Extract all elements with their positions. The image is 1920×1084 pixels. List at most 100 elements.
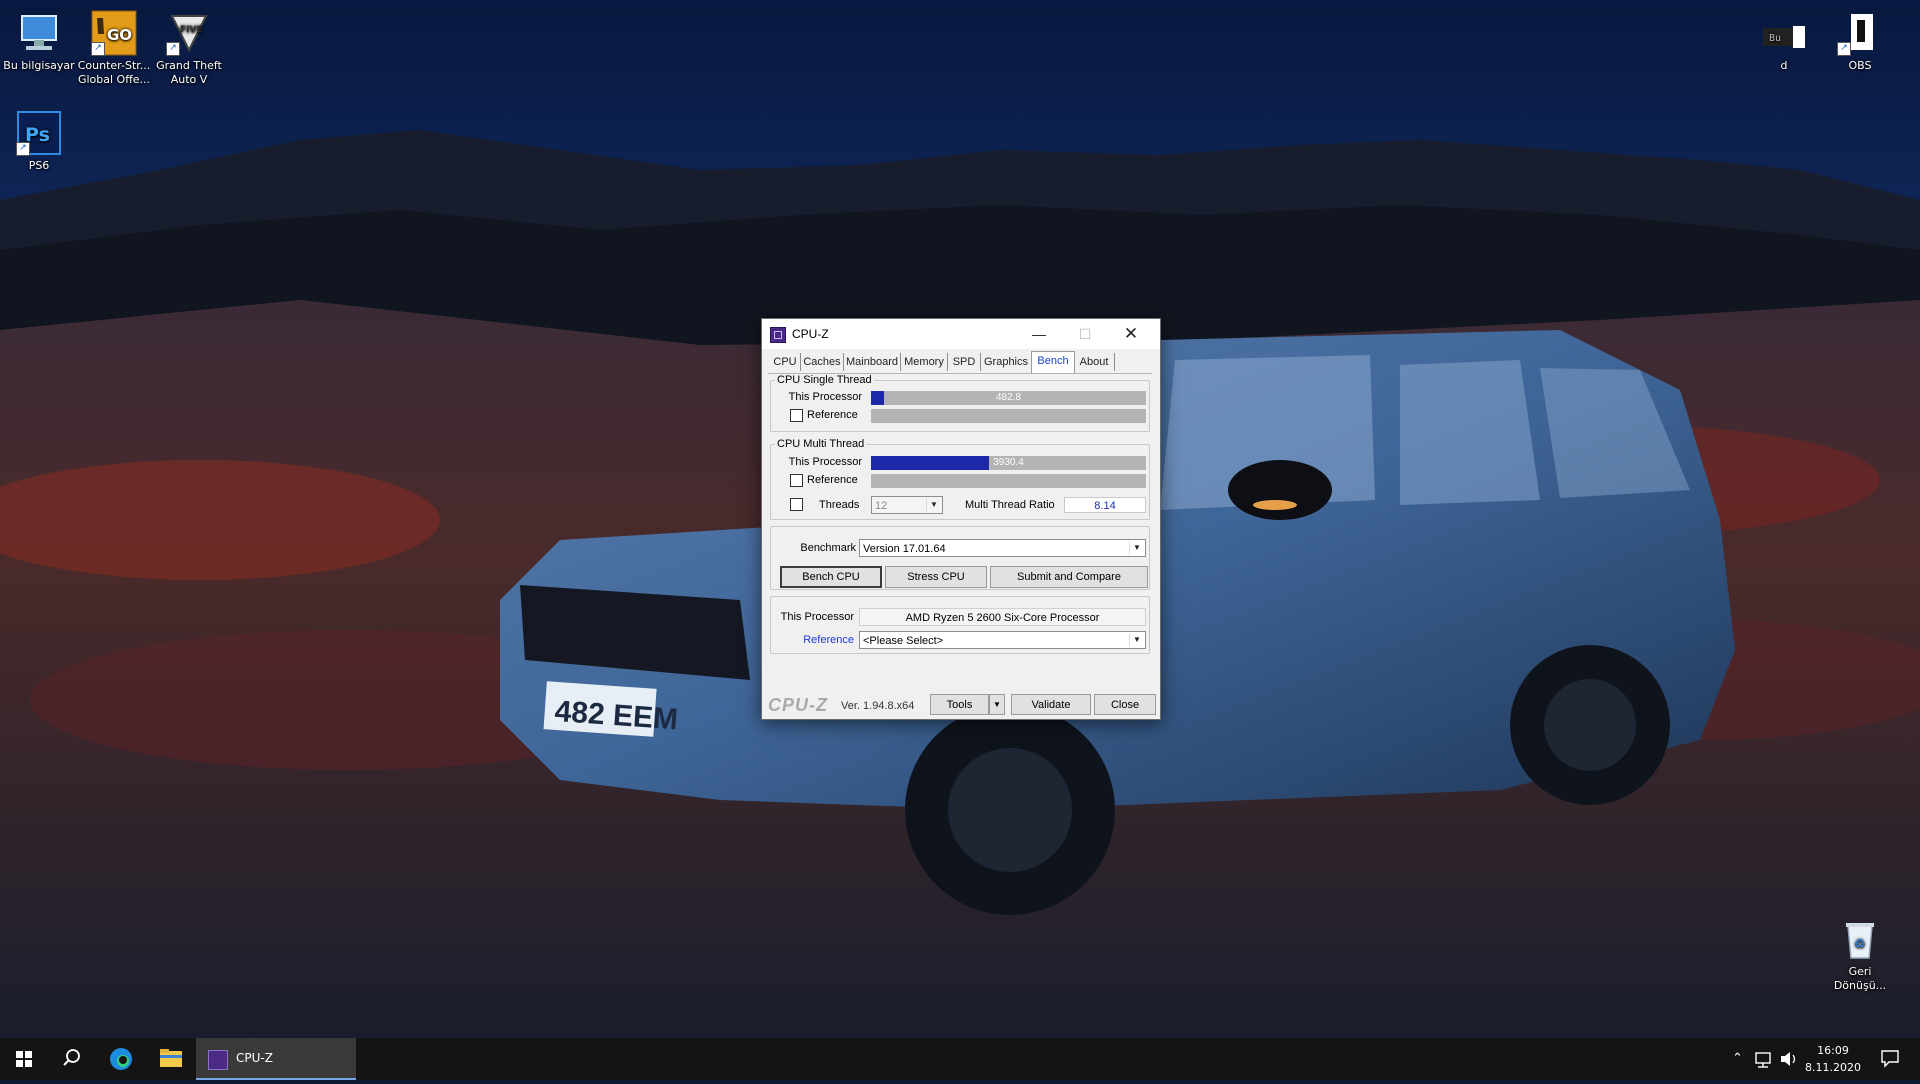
shortcut-arrow-icon: ↗ [1837, 42, 1851, 56]
this-processor-value: AMD Ryzen 5 2600 Six-Core Processor [859, 608, 1146, 626]
threads-select[interactable]: 12 ▼ [871, 496, 943, 514]
single-reference-checkbox[interactable] [790, 409, 803, 422]
recycle-bin-icon: ♻ [1837, 916, 1883, 962]
tab-about[interactable]: About [1074, 353, 1115, 371]
csgo-icon: GO ↗ [91, 10, 137, 56]
taskbar-cpuz-label: CPU-Z [236, 1051, 273, 1065]
edge-icon [110, 1048, 132, 1070]
svg-text:♻: ♻ [1854, 937, 1866, 952]
single-thread-score: 482.8 [995, 392, 1022, 403]
window-title: CPU-Z [792, 327, 829, 341]
reference-processor-value: <Please Select> [863, 635, 944, 647]
title-bar[interactable]: CPU-Z — ☐ ✕ [762, 319, 1160, 349]
desktop-icon-csgo[interactable]: GO ↗ Counter-Str... Global Offe... [75, 6, 153, 87]
tools-dropdown-button[interactable]: ▼ [989, 694, 1005, 715]
gta-v-icon: FIVE ↗ [166, 10, 212, 56]
bench-cpu-button[interactable]: Bench CPU [780, 566, 882, 588]
tab-spd[interactable]: SPD [948, 353, 981, 371]
validate-button[interactable]: Validate [1011, 694, 1091, 715]
this-processor-label: This Processor [780, 611, 854, 623]
multi-thread-ratio-label: Multi Thread Ratio [965, 499, 1055, 511]
maximize-button[interactable]: ☐ [1062, 319, 1108, 349]
start-button[interactable] [0, 1038, 48, 1080]
desktop-icon-recycle-bin[interactable]: ♻ Geri Dönüşü... [1821, 912, 1899, 993]
show-hidden-icons-chevron-up-icon[interactable]: ⌃ [1732, 1038, 1746, 1080]
windows-logo-icon [16, 1051, 32, 1067]
taskbar: CPU-Z ⌃ 16:09 8.11.2020 [0, 1038, 1920, 1080]
desktop-icon-d[interactable]: Bu d [1745, 6, 1823, 73]
svg-text:GO: GO [107, 26, 132, 44]
desktop-icon-label: Bu bilgisayar [3, 59, 75, 72]
single-reference-label: Reference [807, 409, 858, 421]
taskbar-edge[interactable] [96, 1038, 146, 1080]
search-button[interactable] [48, 1038, 96, 1080]
desktop-icon-label: d [1780, 59, 1788, 72]
multi-this-processor-label: This Processor [788, 456, 862, 468]
version-label: Ver. 1.94.8.x64 [841, 700, 915, 712]
single-thread-score-bar: 482.8 [871, 391, 1146, 405]
desktop-icon-obs[interactable]: ↗ OBS [1821, 6, 1899, 73]
tab-mainboard[interactable]: Mainboard [844, 353, 901, 371]
chevron-down-icon: ▼ [1129, 541, 1144, 555]
benchmark-version-select[interactable]: Version 17.01.64 ▼ [859, 539, 1146, 557]
desktop-icon-label: OBS [1848, 59, 1872, 72]
desktop-icon-ps6[interactable]: Ps ↗ PS6 [0, 106, 78, 173]
shortcut-arrow-icon: ↗ [91, 42, 105, 56]
tab-bench[interactable]: Bench [1031, 351, 1075, 373]
search-icon [63, 1049, 80, 1066]
taskbar-file-explorer[interactable] [146, 1038, 196, 1080]
multi-thread-score: 3930.4 [993, 457, 1024, 468]
benchmark-label: Benchmark [800, 542, 856, 554]
folder-icon: Bu [1761, 10, 1807, 56]
svg-text:Bu: Bu [1769, 33, 1781, 44]
chevron-down-icon: ▼ [1129, 633, 1144, 647]
footer-bar: CPU-Z Ver. 1.94.8.x64 Tools ▼ Validate C… [762, 691, 1160, 719]
system-clock[interactable]: 16:09 8.11.2020 [1798, 1042, 1868, 1076]
desktop-icon-label: Counter-Str... Global Offe... [77, 59, 151, 86]
tools-button[interactable]: Tools [930, 694, 989, 715]
reference-label[interactable]: Reference [774, 634, 854, 646]
bench-panel: CPU Single Thread This Processor 482.8 R… [768, 373, 1152, 674]
reference-processor-select[interactable]: <Please Select> ▼ [859, 631, 1146, 649]
obs-icon: ↗ [1837, 10, 1883, 56]
tab-cpu[interactable]: CPU [770, 353, 801, 371]
stress-cpu-button[interactable]: Stress CPU [885, 566, 987, 588]
svg-text:FIVE: FIVE [180, 25, 203, 35]
multi-thread-legend: CPU Multi Thread [777, 438, 865, 450]
desktop-icon-label: PS6 [28, 159, 50, 172]
cpuz-app-icon [770, 327, 786, 343]
taskbar-cpuz[interactable]: CPU-Z [196, 1038, 356, 1080]
single-this-processor-label: This Processor [788, 391, 862, 403]
cpuz-brand-logo: CPU-Z [768, 695, 828, 715]
close-button[interactable]: Close [1094, 694, 1156, 715]
multi-reference-checkbox[interactable] [790, 474, 803, 487]
folder-icon [160, 1049, 182, 1067]
tab-memory[interactable]: Memory [901, 353, 948, 371]
threads-select-value: 12 [875, 500, 888, 512]
desktop-icon-gta-v[interactable]: FIVE ↗ Grand Theft Auto V [150, 6, 228, 87]
threads-checkbox[interactable] [790, 498, 803, 511]
volume-icon[interactable] [1778, 1038, 1800, 1080]
minimize-button[interactable]: — [1016, 319, 1062, 349]
desktop-icon-this-pc[interactable]: Bu bilgisayar [0, 6, 78, 73]
clock-time: 16:09 [1817, 1044, 1849, 1057]
multi-reference-bar [871, 474, 1146, 488]
single-thread-legend: CPU Single Thread [777, 374, 872, 386]
shortcut-arrow-icon: ↗ [16, 142, 30, 156]
notification-center-icon[interactable] [1880, 1048, 1900, 1068]
tab-graphics[interactable]: Graphics [981, 353, 1032, 371]
network-icon[interactable] [1752, 1038, 1776, 1080]
threads-label: Threads [819, 499, 860, 511]
submit-and-compare-button[interactable]: Submit and Compare [990, 566, 1148, 588]
desktop-icon-label: Geri Dönüşü... [1833, 965, 1887, 992]
multi-thread-ratio-value: 8.14 [1064, 497, 1146, 513]
computer-icon [16, 10, 62, 56]
tab-caches[interactable]: Caches [801, 353, 844, 371]
benchmark-version-value: Version 17.01.64 [863, 543, 946, 555]
multi-thread-score-bar: 3930.4 [871, 456, 1146, 470]
close-window-button[interactable]: ✕ [1108, 319, 1154, 349]
clock-date: 8.11.2020 [1805, 1061, 1861, 1074]
shortcut-arrow-icon: ↗ [166, 42, 180, 56]
chevron-down-icon: ▼ [926, 498, 941, 512]
desktop-icon-label: Grand Theft Auto V [156, 59, 222, 86]
